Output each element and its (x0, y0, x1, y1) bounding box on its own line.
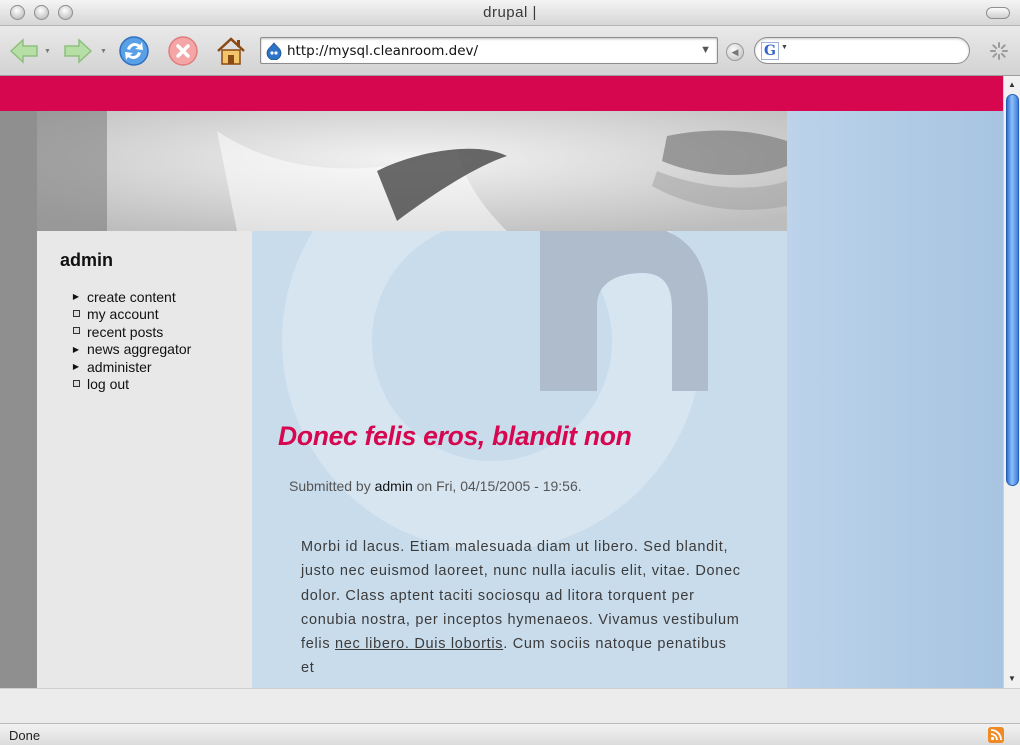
google-search-engine-icon[interactable]: G (761, 42, 779, 60)
leaf-bullet-icon (70, 327, 82, 336)
menu-item-administer[interactable]: ▶ administer (70, 358, 191, 376)
sidebar-title: admin (60, 250, 114, 270)
expand-arrow-icon: ▶ (72, 362, 80, 372)
search-engine-dropdown-icon[interactable]: ▼ (781, 44, 788, 51)
status-text: Done (9, 728, 41, 743)
leaf-bullet-icon (70, 380, 82, 389)
main-content: Donec felis eros, blandit non Submitted … (252, 231, 787, 688)
expand-arrow-icon: ▶ (72, 344, 80, 354)
url-history-dropdown-icon[interactable]: ▼ (700, 44, 711, 56)
post-author-link[interactable]: admin (375, 478, 413, 494)
user-menu-block: admin ▶ create content my account recent … (37, 231, 252, 688)
right-sidebar (787, 111, 1003, 688)
expand-arrow-icon: ▶ (72, 292, 80, 302)
user-menu: ▶ create content my account recent posts … (70, 288, 191, 393)
throbber-icon (990, 42, 1008, 60)
post-body: Morbi id lacus. Etiam malesuada diam ut … (301, 535, 741, 681)
menu-item-label[interactable]: create content (87, 289, 176, 305)
rss-feed-icon[interactable] (988, 727, 1004, 743)
menu-item-recent-posts[interactable]: recent posts (70, 323, 191, 341)
status-area: Done (0, 688, 1020, 745)
back-arrow-icon (9, 38, 38, 64)
forward-history-dropdown-icon[interactable]: ▼ (100, 48, 107, 55)
home-button[interactable] (215, 35, 247, 67)
menu-item-create-content[interactable]: ▶ create content (70, 288, 191, 306)
browser-toolbar: ▼ ▼ http://mysql.cleanroom.dev/ ▼ ◀ G ▼ (0, 26, 1020, 76)
scrollbar-thumb[interactable] (1006, 94, 1019, 486)
reload-icon (119, 36, 149, 66)
menu-item-news-aggregator[interactable]: ▶ news aggregator (70, 341, 191, 359)
status-bar: Done (0, 723, 1020, 745)
post-body-link[interactable]: nec libero. Duis lobortis (335, 636, 503, 652)
post-submitted-line: Submitted by admin on Fri, 04/15/2005 - … (289, 478, 582, 494)
search-bar[interactable]: G ▼ (754, 37, 970, 64)
go-arrow-icon: ◀ (731, 46, 739, 57)
page-viewport: admin ▶ create content my account recent … (0, 76, 1003, 688)
menu-item-label[interactable]: administer (87, 359, 152, 375)
back-history-dropdown-icon[interactable]: ▼ (44, 48, 51, 55)
scroll-up-arrow-icon[interactable]: ▲ (1004, 78, 1020, 92)
drupal-site-favicon (266, 42, 282, 60)
toolbar-toggle-button[interactable] (986, 7, 1010, 19)
stop-icon (168, 36, 198, 66)
menu-item-label[interactable]: my account (87, 306, 159, 322)
horizontal-scroll-area (0, 688, 1020, 723)
reload-button[interactable] (118, 35, 150, 67)
site-header-band (0, 76, 1003, 111)
forward-arrow-icon (64, 38, 93, 64)
header-photo (37, 111, 787, 231)
url-text[interactable]: http://mysql.cleanroom.dev/ (287, 43, 478, 59)
left-gutter (0, 111, 37, 688)
address-bar[interactable]: http://mysql.cleanroom.dev/ ▼ (260, 37, 718, 64)
menu-item-label[interactable]: log out (87, 376, 129, 392)
forward-button[interactable] (62, 35, 94, 67)
menu-item-log-out[interactable]: log out (70, 376, 191, 394)
window-title: drupal | (483, 4, 537, 21)
back-button[interactable] (8, 35, 40, 67)
menu-item-my-account[interactable]: my account (70, 306, 191, 324)
window-titlebar: drupal | (0, 0, 1020, 26)
menu-item-label[interactable]: recent posts (87, 324, 163, 340)
home-icon (217, 37, 245, 65)
submitted-prefix: Submitted by (289, 478, 371, 494)
scroll-down-arrow-icon[interactable]: ▼ (1004, 672, 1020, 686)
post-title[interactable]: Donec felis eros, blandit non (278, 421, 632, 452)
face-photo-image (37, 111, 787, 231)
stop-button[interactable] (167, 35, 199, 67)
leaf-bullet-icon (70, 310, 82, 319)
go-button[interactable]: ◀ (726, 43, 744, 61)
vertical-scrollbar[interactable]: ▲ ▼ (1003, 76, 1020, 688)
submitted-date: on Fri, 04/15/2005 - 19:56. (416, 478, 582, 494)
menu-item-label[interactable]: news aggregator (87, 341, 191, 357)
